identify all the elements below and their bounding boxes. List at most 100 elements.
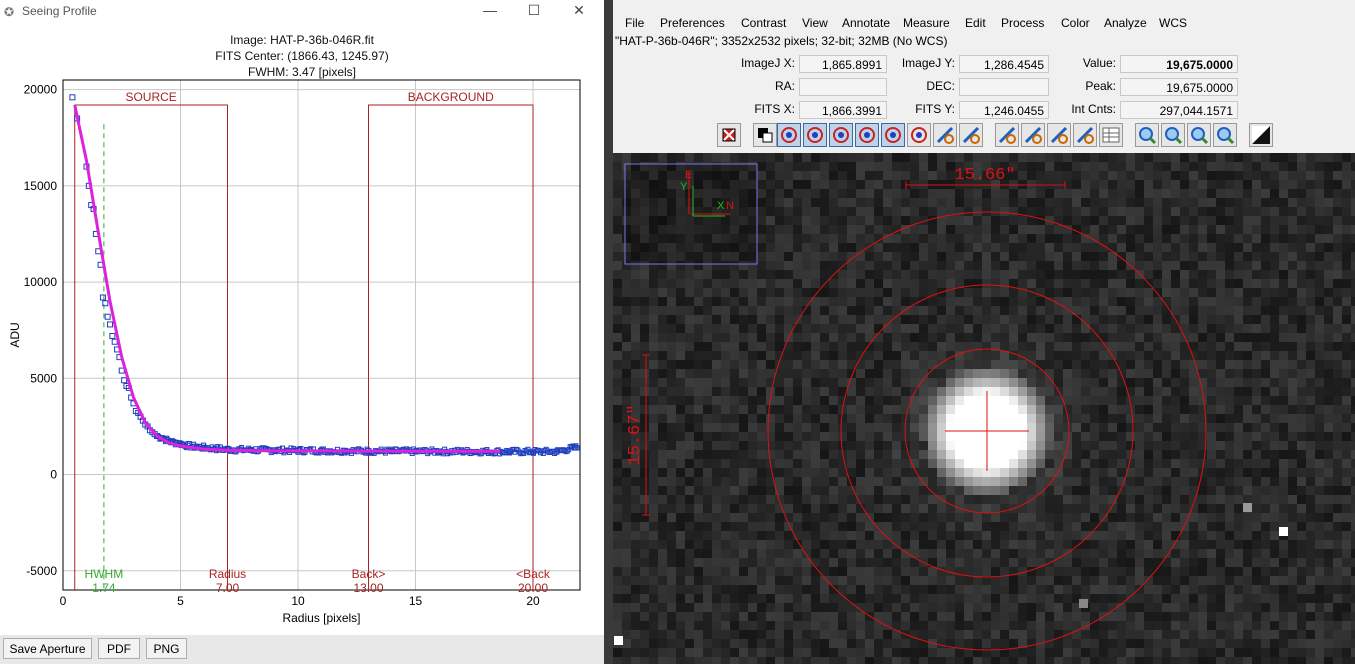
zoom-in-icon[interactable] [1135,123,1159,147]
clear-overlay-icon[interactable] [717,123,741,147]
image-pixel [1216,612,1225,621]
image-pixel [838,234,847,243]
image-pixel [793,450,802,459]
target-aperture-icon[interactable] [881,123,905,147]
image-pixel [1135,531,1144,540]
menu-edit[interactable]: Edit [965,16,986,30]
menu-wcs[interactable]: WCS [1159,16,1187,30]
image-pixel [640,504,649,513]
radial-profile-icon[interactable] [1021,123,1045,147]
invert-contrast-icon[interactable] [753,123,777,147]
image-pixel [1117,279,1126,288]
image-pixel [1162,162,1171,171]
image-pixel [928,549,937,558]
image-pixel [1108,585,1117,594]
image-pixel [1162,243,1171,252]
image-pixel [1243,459,1252,468]
menu-analyze[interactable]: Analyze [1104,16,1147,30]
wcs-icon[interactable] [1073,123,1097,147]
menu-preferences[interactable]: Preferences [660,16,725,30]
zoom-fit-icon[interactable] [1213,123,1237,147]
menu-color[interactable]: Color [1061,16,1090,30]
imagej-x-field[interactable]: 1,865.8991 [799,55,887,73]
image-pixel [1027,369,1036,378]
set-aperture-icon[interactable] [907,123,931,147]
png-button[interactable]: PNG [146,638,187,659]
value-field[interactable]: 19,675.0000 [1120,55,1238,73]
centroid-aperture-icon[interactable] [855,123,879,147]
image-pixel [955,477,964,486]
image-pixel [802,639,811,648]
image-pixel [1297,441,1306,450]
int-cnts-field[interactable]: 297,044.1571 [1120,101,1238,119]
image-pixel [1027,270,1036,279]
name-aperture-icon[interactable] [777,123,801,147]
fits-x-field[interactable]: 1,866.3991 [799,101,887,119]
peak-label: Peak: [1085,79,1116,93]
image-pixel [667,405,676,414]
image-pixel [1180,423,1189,432]
image-pixel [1279,351,1288,360]
zoom-out-icon[interactable] [1187,123,1211,147]
image-pixel [667,333,676,342]
image-pixel [1351,432,1355,441]
image-overlay[interactable]: 15.66"15.67"EYX N [613,153,1355,664]
line-profile-icon[interactable] [995,123,1019,147]
zoom-in-max-icon[interactable] [1161,123,1185,147]
image-pixel [865,432,874,441]
image-pixel [901,324,910,333]
close-icon[interactable]: ✕ [569,2,589,19]
image-pixel [667,414,676,423]
image-pixel [1225,585,1234,594]
image-pixel [1045,630,1054,639]
table-icon[interactable] [1099,123,1123,147]
image-pixel [658,288,667,297]
image-pixel [1189,261,1198,270]
image-pixel [676,297,685,306]
menu-view[interactable]: View [802,16,828,30]
peak-field[interactable]: 19,675.0000 [1120,78,1238,96]
image-pixel [883,594,892,603]
menu-annotate[interactable]: Annotate [842,16,890,30]
image-pixel [1297,189,1306,198]
image-pixel [937,540,946,549]
multi-aperture-icon[interactable] [959,123,983,147]
stack-icon[interactable] [1047,123,1071,147]
image-pixel [865,477,874,486]
image-pixel [1045,279,1054,288]
image-pixel [1180,225,1189,234]
image-pixel [775,414,784,423]
image-pixel [1090,396,1099,405]
maximize-icon[interactable]: ☐ [524,2,544,19]
pdf-button[interactable]: PDF [98,638,140,659]
image-pixel [1189,387,1198,396]
image-pixel [1225,324,1234,333]
image-pixel [775,432,784,441]
image-pixel [1243,540,1252,549]
image-canvas[interactable]: 15.66" 15.67" E Y X N [613,153,1355,664]
menu-file[interactable]: File [625,16,644,30]
image-pixel [1216,594,1225,603]
marker-value: 20.00 [518,581,548,595]
image-pixel [1288,270,1297,279]
menu-contrast[interactable]: Contrast [741,16,786,30]
image-pixel [856,198,865,207]
image-pixel [649,270,658,279]
image-pixel [901,585,910,594]
comparison-aperture-icon[interactable] [829,123,853,147]
image-pixel [1090,414,1099,423]
minimize-icon[interactable]: — [480,2,500,18]
aperture-icon[interactable] [803,123,827,147]
menu-process[interactable]: Process [1001,16,1044,30]
ra-field[interactable] [799,78,887,96]
image-pixel [793,468,802,477]
save-aperture-button[interactable]: Save Aperture [3,638,92,659]
image-pixel [667,540,676,549]
image-pixel [613,612,622,621]
image-pixel [1225,288,1234,297]
image-pixel [1225,504,1234,513]
contrast-icon[interactable] [1249,123,1273,147]
menu-measure[interactable]: Measure [903,16,950,30]
edit-icon[interactable] [933,123,957,147]
image-pixel [712,423,721,432]
